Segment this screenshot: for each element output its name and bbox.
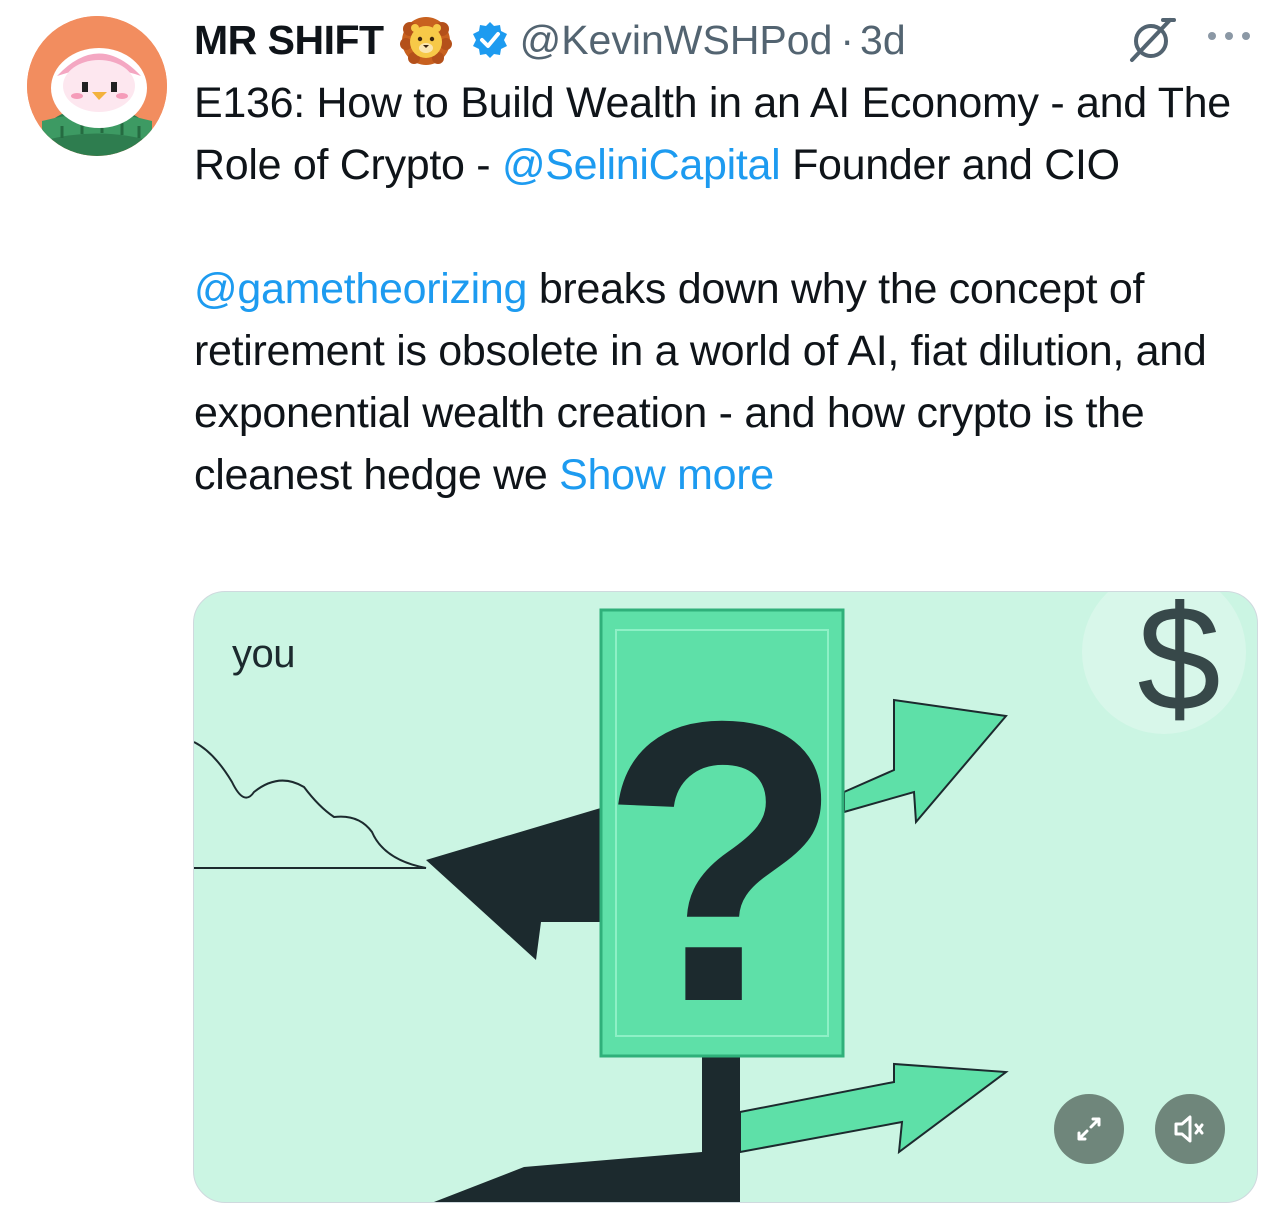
- arrow-right-green-top: [843, 698, 1008, 825]
- lion-emoji-icon: [399, 14, 452, 66]
- mention-link[interactable]: @gametheorizing: [194, 265, 527, 313]
- grok-icon[interactable]: [1126, 14, 1178, 71]
- tweet-header: MR SHIFT @KevinWSHPod · 3d: [194, 12, 906, 68]
- tweet-paragraph-2: @gametheorizing breaks down why the conc…: [194, 258, 1264, 506]
- verified-badge-icon: [470, 20, 510, 60]
- show-more-link[interactable]: Show more: [559, 451, 774, 499]
- timestamp[interactable]: 3d: [860, 17, 906, 64]
- hill-line: [194, 741, 427, 869]
- tweet-paragraph-1: E136: How to Build Wealth in an AI Econo…: [194, 72, 1264, 196]
- unmute-button[interactable]: [1155, 1094, 1225, 1164]
- dollar-symbol: $: [1137, 592, 1220, 742]
- media-caption-word: you: [232, 632, 296, 676]
- arrow-left-dark: [426, 807, 604, 960]
- penguin-avatar-icon: [27, 16, 167, 156]
- avatar[interactable]: [27, 16, 167, 156]
- arrow-left-dark-bottom: [434, 1152, 702, 1202]
- question-mark: ?: [600, 638, 844, 1085]
- mention-link[interactable]: @SeliniCapital: [502, 141, 781, 189]
- muted-speaker-icon: [1174, 1115, 1204, 1143]
- tweet-text: E136: How to Build Wealth in an AI Econo…: [194, 72, 1264, 506]
- separator-dot: ·: [840, 16, 855, 63]
- author-name[interactable]: MR SHIFT: [194, 17, 384, 64]
- author-handle[interactable]: @KevinWSHPod: [520, 17, 833, 64]
- expand-video-button[interactable]: [1054, 1094, 1124, 1164]
- more-options-icon[interactable]: [1204, 26, 1254, 51]
- media-video[interactable]: ? $ you: [193, 591, 1258, 1203]
- tweet-text-segment: Founder and CIO: [780, 141, 1120, 189]
- expand-icon: [1077, 1117, 1101, 1141]
